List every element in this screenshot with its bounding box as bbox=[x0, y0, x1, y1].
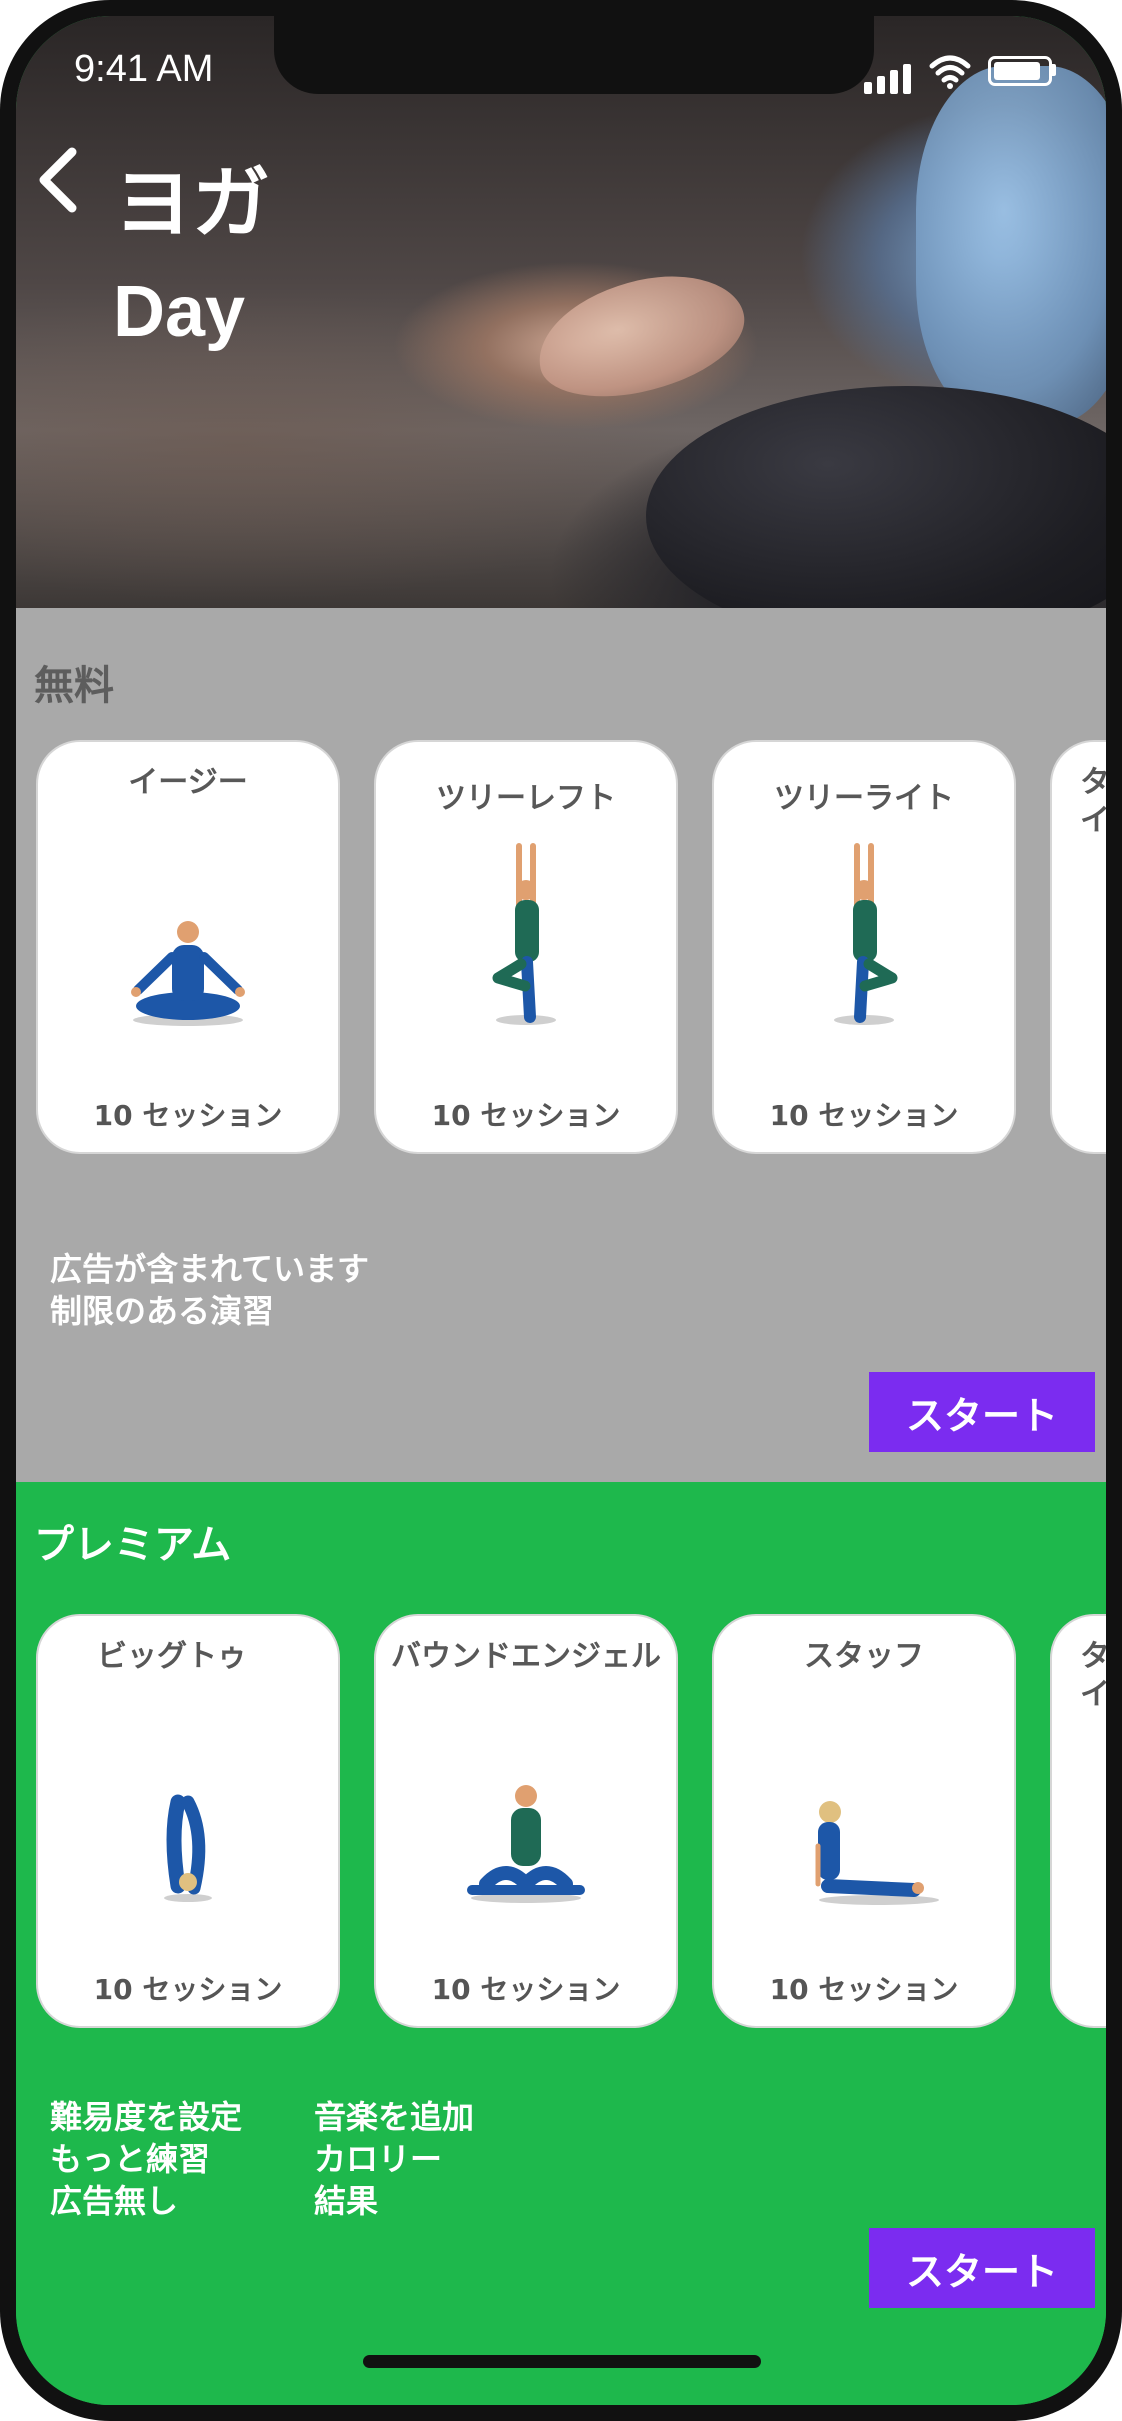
feature-item: カロリー bbox=[314, 2140, 443, 2178]
free-title: 無料 bbox=[34, 663, 114, 709]
card-partial[interactable]: タ イ bbox=[1050, 740, 1106, 1154]
card-title: タ イ bbox=[1080, 1638, 1106, 1714]
screen: 9:41 AM ヨガ Day 無料 イージー 10 セッション ツリーレフト 1… bbox=[16, 16, 1106, 2405]
free-section: 無料 イージー 10 セッション ツリーレフト 10 セッション ツリーライト … bbox=[16, 608, 1106, 1482]
card-sessions: 10 セッション bbox=[431, 1973, 621, 2006]
yoga-pose-bound-angle-icon bbox=[467, 1785, 585, 1903]
battery-icon bbox=[988, 56, 1052, 86]
battery-cap bbox=[1052, 64, 1056, 76]
card-tree-right[interactable]: ツリーライト 10 セッション bbox=[712, 740, 1016, 1154]
card-sessions: 10 セッション bbox=[93, 1099, 283, 1132]
premium-features-right: 音楽を追加 カロリー 結果 bbox=[314, 2096, 474, 2222]
page-title: ヨガ bbox=[114, 159, 271, 249]
feature-item: もっと練習 bbox=[50, 2140, 211, 2178]
hero-arm bbox=[916, 66, 1106, 426]
card-tree-left[interactable]: ツリーレフト 10 セッション bbox=[374, 740, 678, 1154]
status-bar: 9:41 AM bbox=[16, 16, 1106, 106]
free-features: 広告が含まれています 制限のある演習 bbox=[50, 1248, 369, 1332]
status-time: 9:41 AM bbox=[74, 48, 214, 90]
signal-icon bbox=[864, 64, 916, 94]
card-partial[interactable]: タ イ bbox=[1050, 1614, 1106, 2028]
home-indicator[interactable] bbox=[363, 2355, 761, 2368]
card-bound-angle[interactable]: バウンドエンジェル 10 セッション bbox=[374, 1614, 678, 2028]
card-sessions: 10 セッション bbox=[769, 1973, 959, 2006]
card-big-toe[interactable]: ビッグトゥ 10 セッション bbox=[36, 1614, 340, 2028]
hero-knee bbox=[646, 386, 1106, 646]
feature-item: 広告が含まれています bbox=[50, 1250, 370, 1288]
feature-item: 広告無し bbox=[50, 2182, 179, 2220]
premium-section: プレミアム ビッグトゥ 10 セッション バウンドエンジェル 10 セッション … bbox=[16, 1482, 1106, 2405]
card-sessions: 10 セッション bbox=[431, 1099, 621, 1132]
yoga-pose-big-toe-icon bbox=[164, 1794, 212, 1902]
feature-item: 音楽を追加 bbox=[314, 2098, 475, 2136]
yoga-pose-easy-icon bbox=[131, 921, 245, 1026]
feature-item: 制限のある演習 bbox=[50, 1292, 275, 1330]
premium-title: プレミアム bbox=[34, 1522, 232, 1568]
free-start-button[interactable]: スタート bbox=[869, 1372, 1095, 1452]
card-staff[interactable]: スタッフ 10 セッション bbox=[712, 1614, 1016, 2028]
feature-item: 難易度を設定 bbox=[50, 2098, 243, 2136]
yoga-pose-tree-icon bbox=[834, 843, 898, 1025]
card-easy[interactable]: イージー 10 セッション bbox=[36, 740, 340, 1154]
wifi-icon bbox=[929, 55, 971, 89]
premium-features-left: 難易度を設定 もっと練習 広告無し bbox=[50, 2096, 242, 2222]
page-subtitle: Day bbox=[113, 272, 246, 352]
phone-frame: 9:41 AM ヨガ Day 無料 イージー 10 セッション ツリーレフト 1… bbox=[0, 0, 1122, 2421]
chevron-left-icon[interactable] bbox=[34, 144, 94, 224]
notch bbox=[274, 16, 874, 94]
premium-start-button[interactable]: スタート bbox=[869, 2228, 1095, 2308]
card-sessions: 10 セッション bbox=[93, 1973, 283, 2006]
card-sessions: 10 セッション bbox=[769, 1099, 959, 1132]
yoga-pose-tree-icon bbox=[492, 843, 556, 1025]
card-title: タ イ bbox=[1080, 764, 1106, 840]
yoga-pose-staff-icon bbox=[815, 1801, 939, 1905]
feature-item: 結果 bbox=[314, 2182, 379, 2220]
hero-hand bbox=[526, 260, 756, 412]
